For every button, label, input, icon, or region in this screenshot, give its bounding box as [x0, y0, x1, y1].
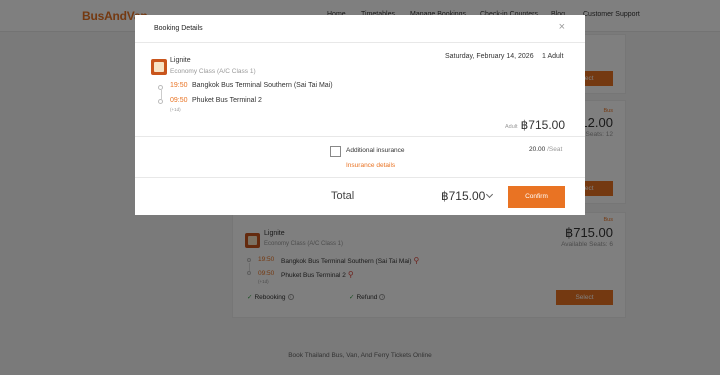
total-label: Total	[331, 190, 355, 202]
booking-details-modal: Booking Details × Lignite Economy Class …	[135, 15, 585, 215]
travel-date: Saturday, February 14, 2026	[445, 53, 534, 60]
total-price: ฿715.00	[441, 189, 486, 203]
confirm-button[interactable]: Confirm	[508, 186, 565, 208]
fare-price: ฿715.00	[520, 118, 565, 132]
close-icon[interactable]: ×	[559, 22, 565, 33]
modal-title: Booking Details	[154, 25, 203, 32]
seat-class: Economy Class (A/C Class 1)	[170, 68, 256, 75]
departure-time: 19:50	[170, 82, 188, 89]
chevron-down-icon	[486, 190, 494, 199]
operator-name: Lignite	[170, 57, 191, 64]
insurance-details-link[interactable]: Insurance details	[346, 162, 395, 169]
insurance-checkbox[interactable]	[330, 146, 341, 157]
arrival-stop: Phuket Bus Terminal 2	[192, 97, 262, 104]
insurance-label: Additional insurance	[346, 147, 405, 154]
divider	[135, 177, 585, 178]
fare-type-label: Adult	[505, 124, 518, 130]
departure-stop: Bangkok Bus Terminal Southern (Sai Tai M…	[192, 82, 333, 89]
route-line	[160, 90, 162, 99]
insurance-price: 20.00 /Seat	[529, 146, 563, 153]
passenger-count: 1 Adult	[542, 53, 564, 60]
arrival-dot	[158, 99, 163, 104]
operator-logo	[151, 59, 167, 75]
next-day-indicator: (+1d)	[170, 107, 181, 112]
arrival-time: 09:50	[170, 97, 188, 104]
total-price-toggle[interactable]: ฿715.00	[441, 189, 494, 203]
divider	[135, 136, 585, 137]
divider	[135, 42, 585, 43]
